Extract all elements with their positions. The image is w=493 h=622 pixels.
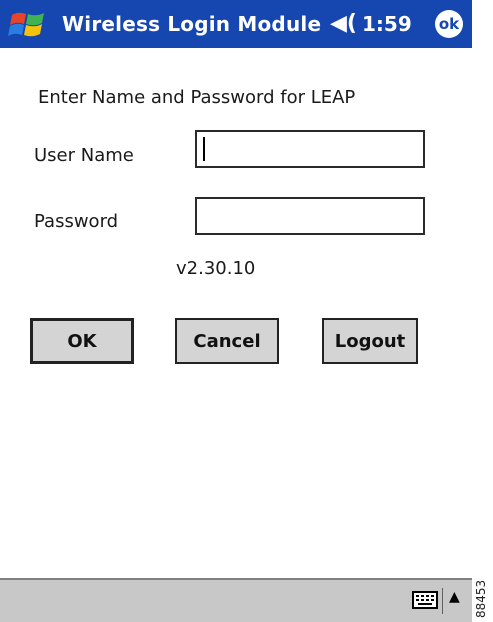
windows-flag-icon[interactable] <box>8 7 48 41</box>
keyboard-icon[interactable] <box>412 590 438 610</box>
taskbar: ▲ <box>0 578 472 622</box>
username-label: User Name <box>34 145 134 166</box>
cancel-button[interactable]: Cancel <box>175 318 279 364</box>
figure-id: 88453 <box>474 579 488 618</box>
speaker-icon[interactable]: ◀︎( <box>330 10 357 38</box>
username-field[interactable] <box>195 130 425 168</box>
ok-title-button[interactable]: ok <box>435 10 463 38</box>
logout-button[interactable]: Logout <box>322 318 418 364</box>
password-label: Password <box>34 211 119 232</box>
title-bar: Wireless Login Module ◀︎( 1:59 ok <box>0 0 472 48</box>
password-field[interactable] <box>195 197 425 235</box>
clock[interactable]: 1:59 <box>362 12 412 36</box>
version-text: v2.30.10 <box>176 258 256 279</box>
device-screen: Wireless Login Module ◀︎( 1:59 ok Enter … <box>0 0 472 622</box>
instruction-text: Enter Name and Password for LEAP <box>38 87 356 108</box>
text-caret <box>203 137 205 161</box>
taskbar-separator <box>442 588 443 614</box>
window-title: Wireless Login Module <box>62 12 322 36</box>
ok-button[interactable]: OK <box>30 318 134 364</box>
up-arrow-icon[interactable]: ▲ <box>449 589 460 605</box>
